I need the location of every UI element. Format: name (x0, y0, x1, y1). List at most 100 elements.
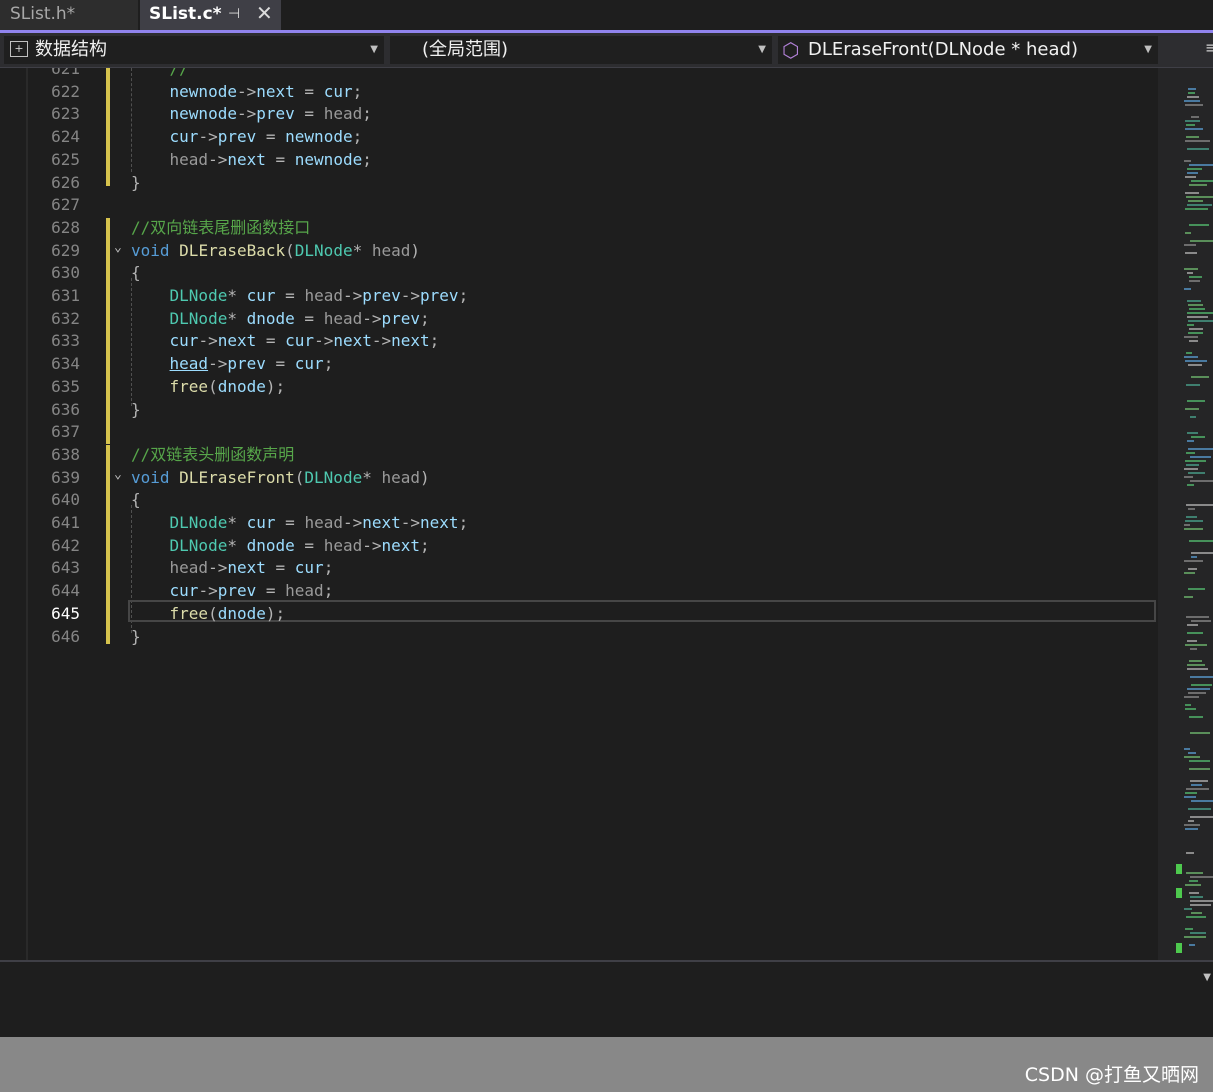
code-line[interactable]: DLNode* dnode = head->next; (131, 535, 430, 557)
minimap-line (1190, 240, 1213, 242)
code-line[interactable]: head->prev = cur; (131, 353, 334, 375)
code-editor[interactable]: 621 622 623 624 625 626 627 628 629 630 631 632 633 6… (0, 68, 1213, 960)
minimap-line (1188, 200, 1203, 202)
minimap-scrollbar[interactable] (1158, 68, 1213, 960)
minimap-line (1185, 360, 1207, 362)
project-label: 数据结构 (35, 39, 107, 60)
code-line[interactable]: //双向链表尾删函数接口 (131, 217, 310, 239)
minimap-line (1184, 100, 1200, 102)
minimap-line (1191, 800, 1213, 802)
code-line[interactable]: newnode->prev = head; (131, 103, 372, 125)
minimap-line (1187, 316, 1208, 318)
code-line[interactable]: DLNode* dnode = head->prev; (131, 308, 430, 330)
code-line[interactable]: cur->next = cur->next->next; (131, 330, 440, 352)
line-number: 632 (51, 308, 80, 328)
minimap-line (1184, 524, 1190, 526)
code-line[interactable]: cur->prev = newnode; (131, 126, 363, 148)
minimap-line (1187, 204, 1212, 206)
minimap-line (1184, 476, 1193, 478)
minimap-line (1184, 560, 1203, 562)
minimap-line (1189, 660, 1202, 662)
watermark: CSDN @打鱼又晒网 (1024, 1064, 1199, 1086)
code-line[interactable]: void DLEraseBack(DLNode* head) (131, 240, 420, 262)
minimap-line (1185, 704, 1191, 706)
close-icon[interactable]: ✕ (256, 0, 273, 27)
code-line[interactable]: DLNode* cur = head->next->next; (131, 512, 469, 534)
member-dropdown[interactable]: ⬡ DLEraseFront(DLNode * head) ▼ (778, 36, 1158, 64)
code-line[interactable]: cur->prev = head; (131, 580, 334, 602)
minimap-line (1190, 648, 1197, 650)
minimap-line (1184, 596, 1193, 598)
minimap-line (1189, 224, 1209, 226)
minimap-line (1185, 128, 1203, 130)
minimap-line (1187, 300, 1201, 302)
split-editor-icon[interactable]: ≡ (1205, 38, 1213, 57)
minimap-line (1188, 320, 1213, 322)
minimap-line (1184, 696, 1199, 698)
minimap-line (1187, 632, 1203, 634)
minimap-line (1187, 432, 1198, 434)
code-line[interactable]: void DLEraseFront(DLNode* head) (131, 467, 430, 489)
minimap-line (1191, 376, 1209, 378)
minimap-line (1190, 480, 1213, 482)
project-dropdown[interactable]: + 数据结构 ▼ (4, 36, 384, 64)
line-number: 635 (51, 376, 80, 396)
line-number: 633 (51, 331, 80, 351)
minimap-line (1188, 92, 1195, 94)
tab-slist-c[interactable]: SList.c* ⊣ ✕ (140, 0, 281, 30)
minimap-line (1189, 768, 1210, 770)
fold-chevron-icon[interactable]: ⌄ (114, 467, 122, 482)
minimap-line (1187, 148, 1209, 150)
minimap-line (1184, 160, 1191, 162)
line-number: 638 (51, 444, 80, 464)
tab-slist-h[interactable]: SList.h* (0, 0, 138, 30)
pin-icon[interactable]: ⊣ (228, 0, 240, 28)
minimap-line (1189, 328, 1203, 330)
minimap-line (1185, 460, 1206, 462)
minimap-line (1184, 748, 1190, 750)
minimap-line (1184, 268, 1198, 270)
code-line[interactable]: free(dnode); (131, 603, 286, 625)
code-line[interactable]: newnode->next = cur; (131, 81, 363, 103)
minimap-line (1190, 676, 1213, 678)
minimap-line (1189, 280, 1200, 282)
minimap-line (1188, 752, 1196, 754)
minimap-line (1184, 824, 1200, 826)
minimap-line (1185, 176, 1196, 178)
fold-chevron-icon[interactable]: ⌄ (114, 240, 122, 255)
code-line[interactable]: DLNode* cur = head->prev->prev; (131, 285, 469, 307)
minimap-line (1187, 484, 1194, 486)
minimap-line (1190, 816, 1213, 818)
line-number: 626 (51, 172, 80, 192)
code-line[interactable]: //双链表头删函数声明 (131, 444, 294, 466)
code-line[interactable]: // (131, 68, 189, 80)
code-line[interactable]: { (131, 262, 141, 284)
member-label: DLEraseFront(DLNode * head) (808, 39, 1078, 60)
minimap-line (1189, 944, 1195, 946)
bottom-panel: ▼ (0, 960, 1213, 1037)
minimap-line (1187, 640, 1197, 642)
code-line[interactable]: free(dnode); (131, 376, 286, 398)
minimap-line (1191, 436, 1205, 438)
code-line[interactable]: } (131, 399, 141, 421)
minimap-line (1191, 784, 1202, 786)
minimap-line (1185, 252, 1197, 254)
minimap-line (1186, 916, 1206, 918)
code-line[interactable]: } (131, 172, 141, 194)
line-number: 630 (51, 263, 80, 283)
minimap-line (1186, 872, 1203, 874)
minimap-line (1191, 912, 1202, 914)
code-line[interactable]: { (131, 489, 141, 511)
minimap-change-marker (1176, 864, 1182, 874)
minimap-line (1187, 272, 1193, 274)
code-line[interactable]: } (131, 626, 141, 648)
scope-dropdown[interactable]: (全局范围) ▼ (390, 36, 772, 64)
code-line[interactable]: head->next = newnode; (131, 149, 372, 171)
minimap-line (1185, 644, 1207, 646)
minimap-line (1188, 332, 1203, 334)
code-line[interactable]: head->next = cur; (131, 557, 334, 579)
minimap-line (1185, 120, 1200, 122)
minimap-line (1186, 516, 1197, 518)
minimap-line (1191, 116, 1199, 118)
chevron-down-icon[interactable]: ▼ (1203, 972, 1211, 983)
